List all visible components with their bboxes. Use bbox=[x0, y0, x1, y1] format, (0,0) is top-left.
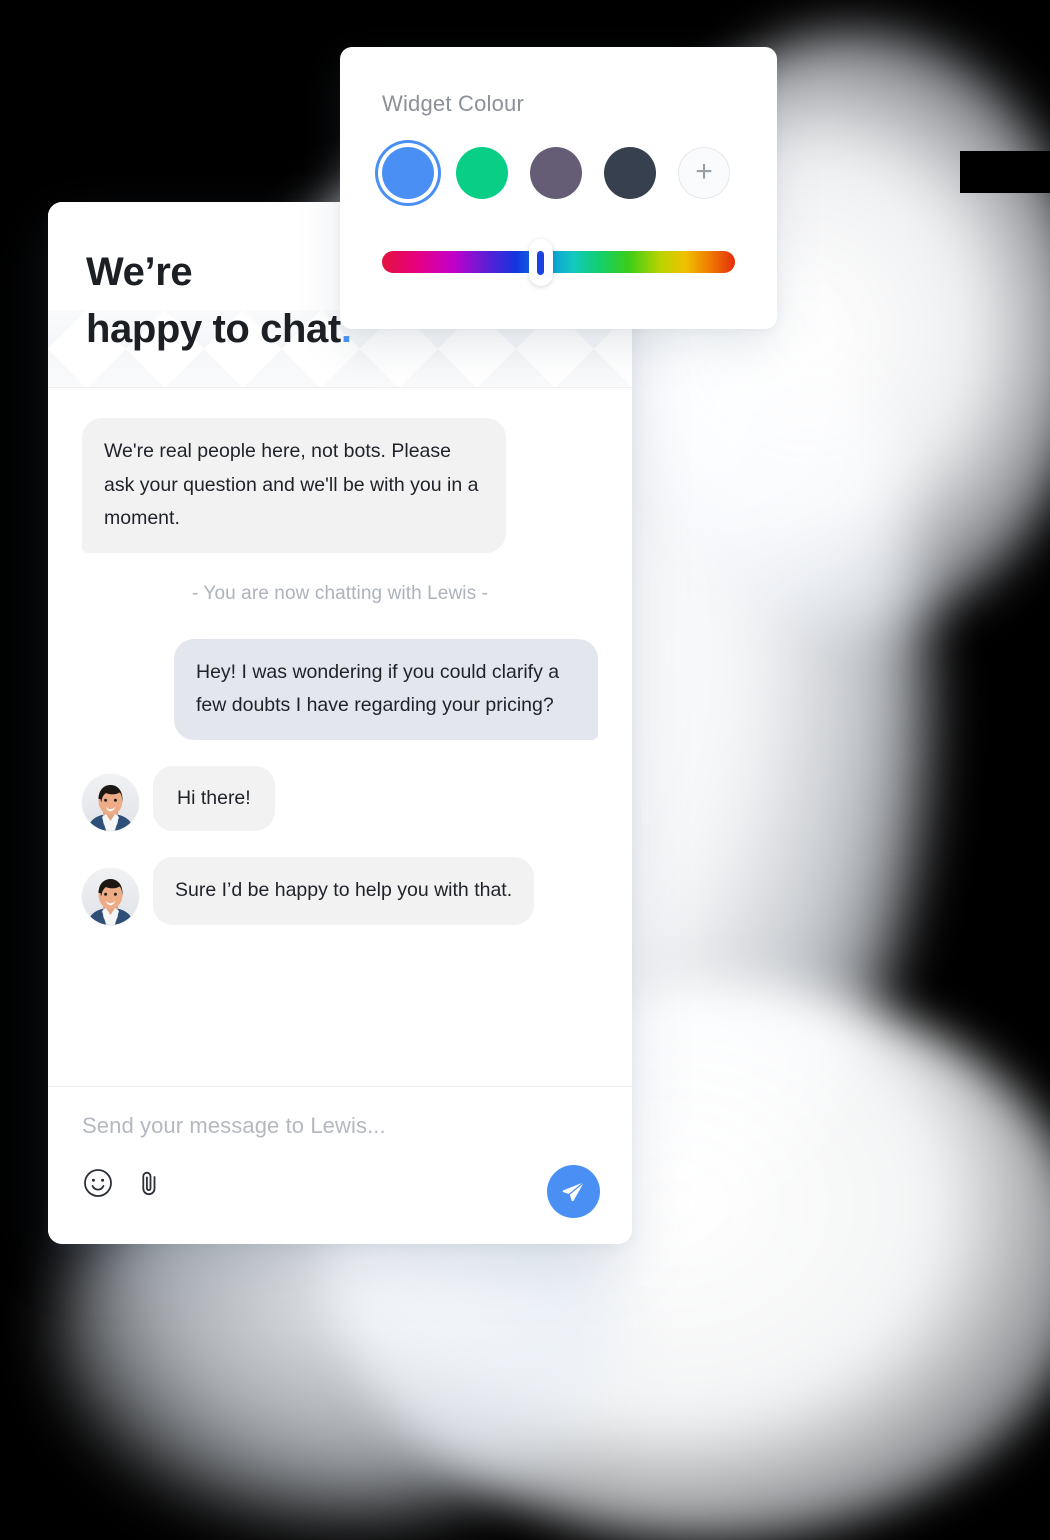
hue-slider-thumb-indicator bbox=[537, 250, 545, 275]
hue-slider-track[interactable] bbox=[382, 251, 735, 273]
paperclip-icon[interactable] bbox=[134, 1167, 166, 1199]
colour-swatch-dark-navy[interactable] bbox=[604, 147, 656, 199]
add-colour-button[interactable]: + bbox=[678, 147, 730, 199]
hue-slider-thumb[interactable] bbox=[528, 239, 553, 286]
avatar bbox=[82, 867, 139, 925]
chat-header-title-line2: happy to chat bbox=[86, 306, 341, 351]
message-bubble-agent: Hi there! bbox=[153, 765, 275, 832]
message-row-agent-1: Hi there! bbox=[82, 765, 598, 832]
message-row-agent-2: Sure I’d be happy to help you with that. bbox=[82, 857, 598, 925]
message-row-user: Hey! I was wondering if you could clarif… bbox=[82, 638, 598, 740]
composer-actions bbox=[82, 1167, 598, 1199]
system-note: - You are now chatting with Lewis - bbox=[191, 582, 489, 604]
background-block bbox=[960, 151, 1050, 193]
chat-header-title-line1: We’re bbox=[86, 250, 193, 294]
chat-composer bbox=[48, 1086, 632, 1244]
chat-header-title: We’re happy to chat. bbox=[86, 244, 352, 358]
avatar bbox=[82, 774, 139, 832]
chat-message-list: We're real people here, not bots. Please… bbox=[48, 388, 632, 1086]
colour-swatch-row: + bbox=[382, 147, 735, 199]
chat-widget-panel: We’re happy to chat. We're real people h… bbox=[48, 202, 632, 1244]
message-bubble-agent: Sure I’d be happy to help you with that. bbox=[153, 857, 535, 925]
paper-plane-icon bbox=[562, 1181, 585, 1202]
colour-swatch-green[interactable] bbox=[456, 147, 508, 199]
widget-colour-card: Widget Colour + bbox=[340, 47, 777, 329]
hue-slider[interactable] bbox=[382, 239, 735, 286]
send-button[interactable] bbox=[547, 1165, 600, 1218]
message-bubble-agent: We're real people here, not bots. Please… bbox=[82, 418, 506, 553]
message-bubble-user: Hey! I was wondering if you could clarif… bbox=[174, 638, 598, 740]
message-input[interactable] bbox=[82, 1113, 598, 1139]
colour-swatch-slate-purple[interactable] bbox=[530, 147, 582, 199]
plus-icon: + bbox=[695, 154, 713, 188]
message-row-agent-intro: We're real people here, not bots. Please… bbox=[82, 418, 598, 553]
accent-dot: . bbox=[340, 306, 352, 351]
smiley-icon[interactable] bbox=[82, 1167, 114, 1199]
widget-colour-title: Widget Colour bbox=[382, 91, 524, 116]
colour-swatch-blue[interactable] bbox=[382, 147, 434, 199]
